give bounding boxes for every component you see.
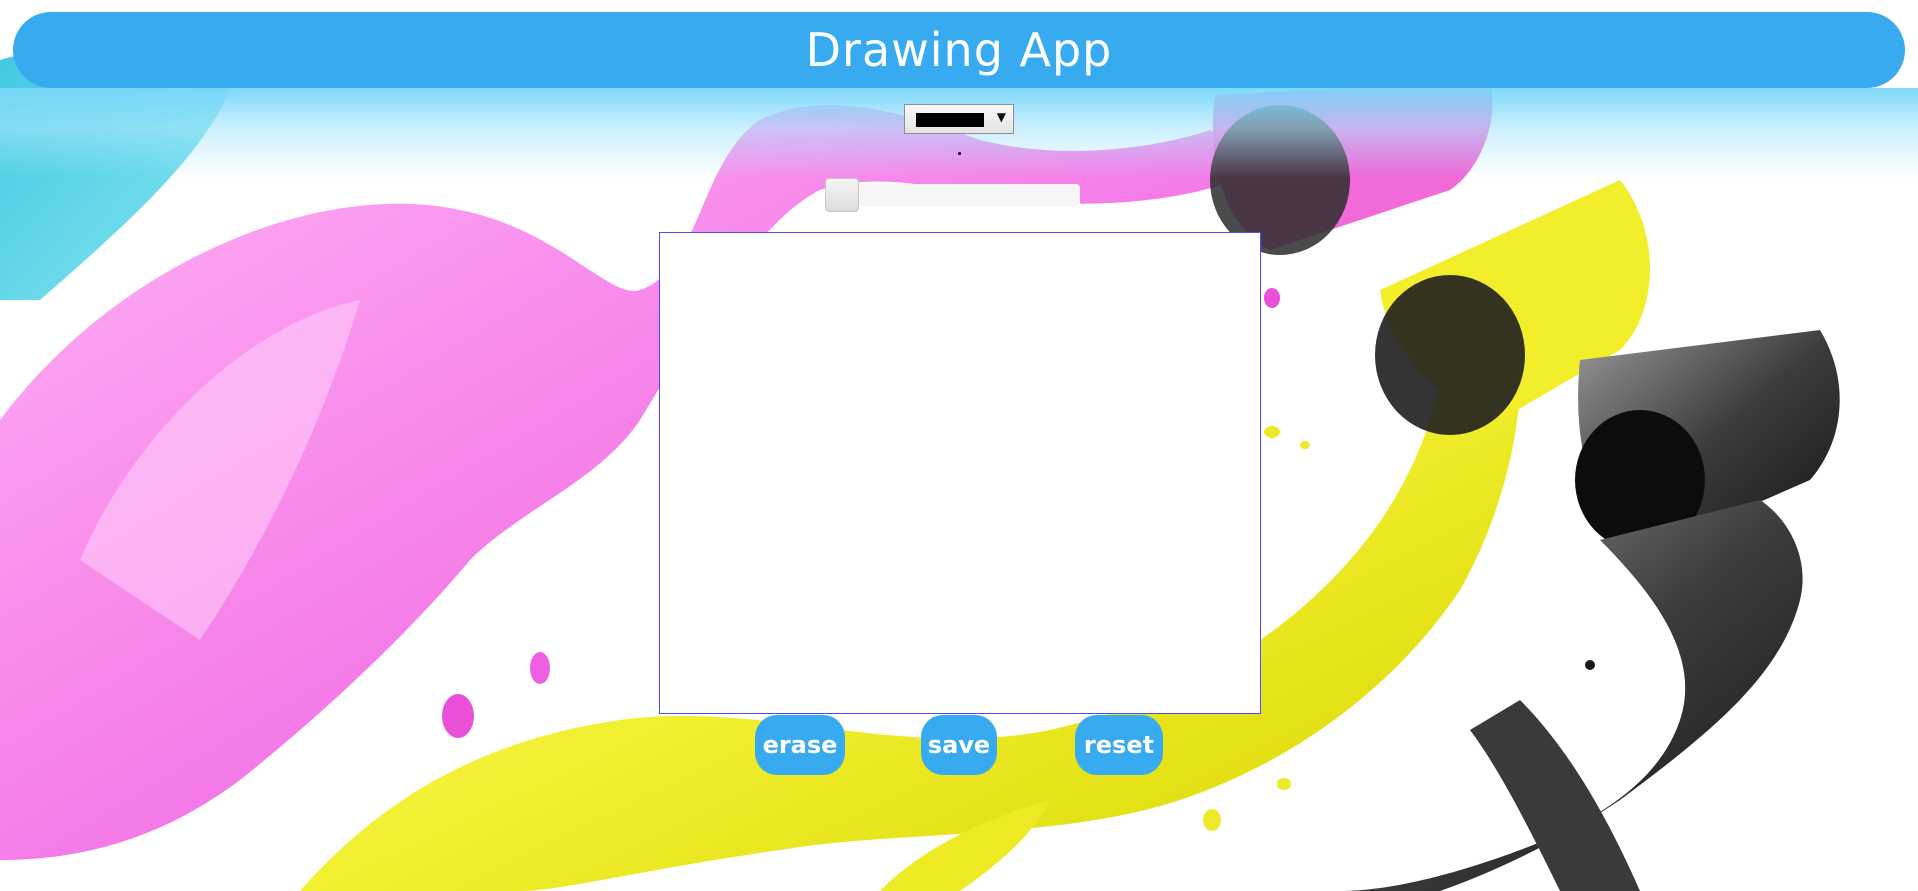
chevron-down-icon: ▼ <box>996 110 1006 124</box>
slider-handle[interactable] <box>825 178 859 212</box>
app-header: Drawing App <box>13 12 1905 88</box>
page-title: Drawing App <box>805 23 1113 77</box>
drawing-canvas[interactable] <box>659 232 1261 714</box>
erase-button[interactable]: erase <box>755 715 845 775</box>
brush-size-slider[interactable] <box>825 178 1080 212</box>
brush-size-preview <box>958 152 961 155</box>
save-button[interactable]: save <box>921 715 997 775</box>
color-picker-select[interactable]: ▼ <box>904 104 1014 134</box>
reset-button[interactable]: reset <box>1075 715 1163 775</box>
selected-color-swatch <box>916 113 984 127</box>
